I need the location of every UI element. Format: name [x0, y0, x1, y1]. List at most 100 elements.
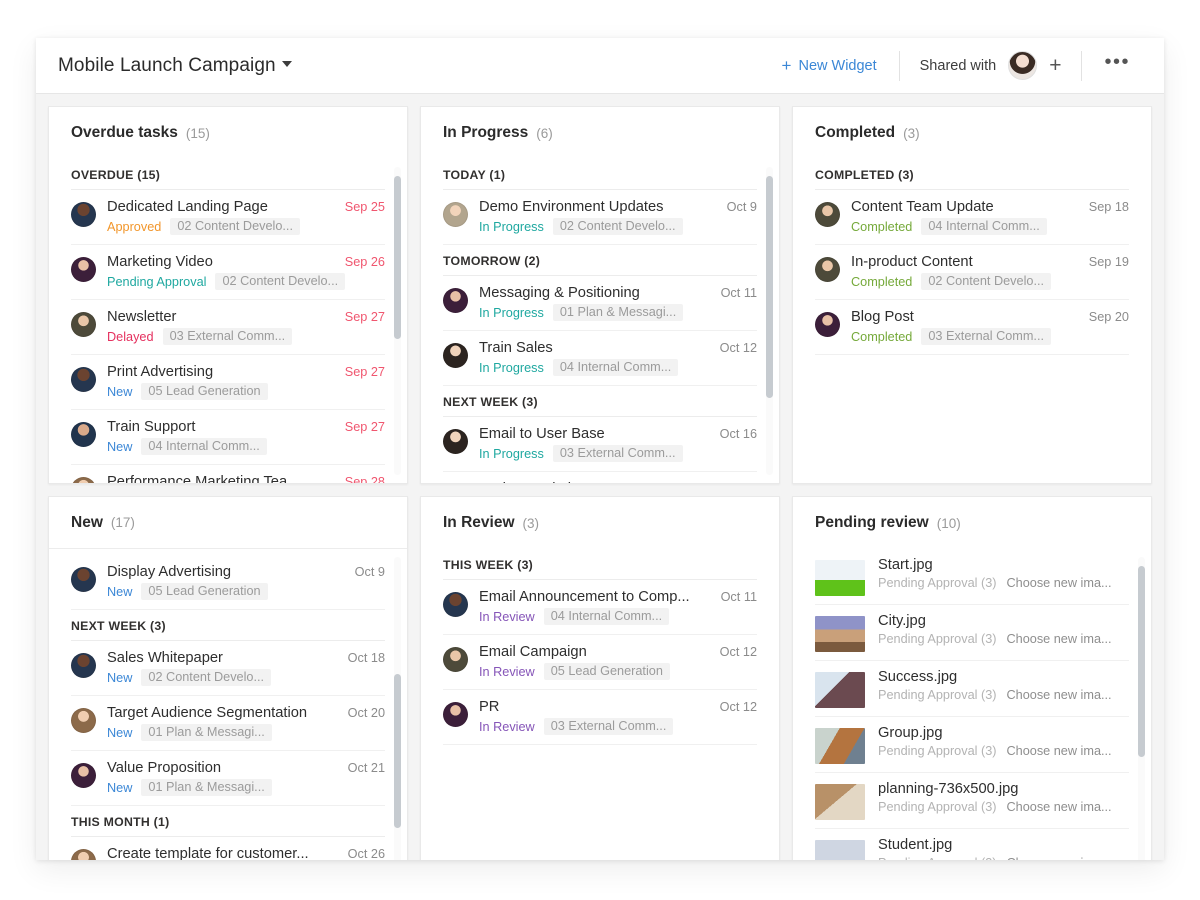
scrollbar-thumb[interactable] — [394, 176, 401, 340]
folder-tag[interactable]: 04 Internal Comm... — [543, 608, 670, 625]
scrollbar-track[interactable] — [1138, 557, 1145, 860]
new-widget-button[interactable]: + New Widget — [782, 57, 899, 74]
image-row[interactable]: Start.jpg Pending Approval (3) Choose new … — [815, 549, 1129, 605]
folder-tag[interactable]: 05 Lead Generation — [543, 663, 670, 680]
folder-tag[interactable]: 02 Content Develo... — [141, 669, 272, 686]
scrollbar-track[interactable] — [766, 167, 773, 475]
folder-tag[interactable]: 01 Plan & Messagi... — [552, 304, 684, 321]
task-name[interactable]: In-product Content — [851, 254, 1079, 270]
folder-tag[interactable]: 02 Content Develo... — [921, 273, 1052, 290]
status-badge[interactable]: In Progress — [479, 220, 544, 234]
image-file-name[interactable]: Group.jpg — [878, 725, 1129, 741]
task-row[interactable]: Messaging & Positioning Oct 11 In Progress… — [443, 276, 757, 331]
task-name[interactable]: Messaging & Positioning — [479, 285, 711, 301]
task-name[interactable]: Marketing Video — [107, 254, 335, 270]
folder-tag[interactable]: 01 Plan & Messagi... — [141, 724, 272, 741]
task-row[interactable]: Value Proposition Oct 21 New 01 Plan & Mess… — [71, 751, 385, 806]
chevron-down-icon[interactable] — [281, 61, 292, 68]
task-row[interactable]: Email Announcement to Comp... Oct 11 In Re… — [443, 580, 757, 635]
widget-body[interactable]: THIS WEEK (3) Email Announcement to Comp.… — [421, 549, 779, 860]
status-badge[interactable]: Completed — [851, 275, 912, 289]
task-row[interactable]: Target Audience Segmentation Oct 20 New 01 … — [71, 696, 385, 751]
status-badge[interactable]: Delayed — [107, 330, 154, 344]
image-thumbnail[interactable] — [815, 560, 865, 596]
widget-body[interactable]: Display Advertising Oct 9 New 05 Lead Gener… — [49, 549, 407, 860]
task-name[interactable]: Blog Post — [851, 309, 1079, 325]
task-row[interactable]: Print Advertising Sep 27 New 05 Lead Genera… — [71, 355, 385, 410]
status-badge[interactable]: In Review — [479, 665, 535, 679]
choose-new-image-link[interactable]: Choose new ima... — [1007, 576, 1112, 590]
task-name[interactable]: Target Audience Segmentation — [107, 705, 338, 721]
scrollbar-thumb[interactable] — [766, 176, 773, 398]
task-row[interactable]: Email to User Base Oct 16 In Progress 03 Ex… — [443, 417, 757, 472]
folder-tag[interactable]: 05 Lead Generation — [141, 583, 268, 600]
image-row[interactable]: planning-736x500.jpg Pending Approval (3)… — [815, 773, 1129, 829]
folder-tag[interactable]: 03 External Comm... — [552, 445, 683, 462]
status-badge[interactable]: New — [107, 781, 132, 795]
task-row[interactable]: Marketing Video Sep 26 Pending Approval 02 … — [71, 245, 385, 300]
folder-tag[interactable]: 01 Plan & Messagi... — [141, 779, 272, 796]
task-row[interactable]: Create template for customer... Oct 26 — [71, 837, 385, 860]
folder-tag[interactable]: 02 Content Develo... — [215, 273, 346, 290]
status-badge[interactable]: In Progress — [479, 306, 544, 320]
status-badge[interactable]: In Progress — [479, 447, 544, 461]
status-badge[interactable]: In Review — [479, 610, 535, 624]
task-name[interactable]: Content Team Update — [851, 199, 1079, 215]
folder-tag[interactable]: 04 Internal Comm... — [921, 218, 1047, 235]
status-badge[interactable]: New — [107, 385, 132, 399]
task-name[interactable]: Performance Marketing Tea... — [107, 474, 335, 483]
folder-tag[interactable]: 03 External Comm... — [921, 328, 1051, 345]
widget-body[interactable]: Start.jpg Pending Approval (3) Choose new … — [793, 549, 1151, 860]
image-row[interactable]: Success.jpg Pending Approval (3) Choose ne… — [815, 661, 1129, 717]
add-person-button[interactable]: + — [1049, 55, 1061, 76]
image-thumbnail[interactable] — [815, 616, 865, 652]
task-name[interactable]: Dedicated Landing Page — [107, 199, 335, 215]
status-badge[interactable]: Completed — [851, 220, 912, 234]
task-name[interactable]: Value Proposition — [107, 760, 338, 776]
task-row[interactable]: Display Advertising Oct 9 New 05 Lead Gener… — [71, 555, 385, 610]
choose-new-image-link[interactable]: Choose new ima... — [1007, 632, 1112, 646]
choose-new-image-link[interactable]: Choose new ima... — [1007, 800, 1112, 814]
widget-body[interactable]: OVERDUE (15) Dedicated Landing Page Sep 25… — [49, 159, 407, 483]
scrollbar-track[interactable] — [394, 167, 401, 475]
avatar[interactable] — [1008, 51, 1038, 80]
task-row[interactable]: Update Website Oct 18 — [443, 472, 757, 483]
task-row[interactable]: Newsletter Sep 27 Delayed 03 External Comm.… — [71, 300, 385, 355]
task-name[interactable]: Email to User Base — [479, 426, 710, 442]
folder-tag[interactable]: 03 External Comm... — [162, 328, 293, 345]
task-row[interactable]: In-product Content Sep 19 Completed 02 Cont… — [815, 245, 1129, 300]
task-row[interactable]: PR Oct 12 In Review 03 External Comm... — [443, 690, 757, 745]
image-file-name[interactable]: Success.jpg — [878, 669, 1129, 685]
folder-tag[interactable]: 05 Lead Generation — [141, 383, 268, 400]
status-badge[interactable]: In Review — [479, 720, 535, 734]
folder-tag[interactable]: 04 Internal Comm... — [141, 438, 267, 455]
folder-tag[interactable]: 03 External Comm... — [543, 718, 674, 735]
image-row[interactable]: Group.jpg Pending Approval (3) Choose new … — [815, 717, 1129, 773]
image-thumbnail[interactable] — [815, 728, 865, 764]
status-badge[interactable]: In Progress — [479, 361, 544, 375]
task-name[interactable]: Train Support — [107, 419, 335, 435]
choose-new-image-link[interactable]: Choose new ima... — [1007, 856, 1112, 860]
task-name[interactable]: Newsletter — [107, 309, 335, 325]
task-row[interactable]: Train Support Sep 27 New 04 Internal Comm..… — [71, 410, 385, 465]
widget-body[interactable]: TODAY (1) Demo Environment Updates Oct 9 In… — [421, 159, 779, 483]
image-file-name[interactable]: City.jpg — [878, 613, 1129, 629]
task-name[interactable]: PR — [479, 699, 710, 715]
task-row[interactable]: Performance Marketing Tea...Sep 28New04 … — [71, 465, 385, 483]
choose-new-image-link[interactable]: Choose new ima... — [1007, 688, 1112, 702]
task-row[interactable]: Content Team Update Sep 18 Completed 04 Int… — [815, 190, 1129, 245]
task-row[interactable]: Dedicated Landing Page Sep 25 Approved 02 C… — [71, 190, 385, 245]
image-file-name[interactable]: planning-736x500.jpg — [878, 781, 1129, 797]
status-badge[interactable]: New — [107, 671, 132, 685]
task-row[interactable]: Demo Environment Updates Oct 9 In Progress… — [443, 190, 757, 245]
scrollbar-track[interactable] — [394, 557, 401, 860]
task-name[interactable]: Email Campaign — [479, 644, 710, 660]
image-file-name[interactable]: Start.jpg — [878, 557, 1129, 573]
task-row[interactable]: Train Sales Oct 12 In Progress 04 Internal … — [443, 331, 757, 386]
image-thumbnail[interactable] — [815, 672, 865, 708]
status-badge[interactable]: Approved — [107, 220, 161, 234]
image-row[interactable]: Student.jpg Pending Approval (3) Choose ne… — [815, 829, 1129, 860]
task-name[interactable]: Demo Environment Updates — [479, 199, 717, 215]
task-row[interactable]: Email Campaign Oct 12 In Review 05 Lead Gen… — [443, 635, 757, 690]
folder-tag[interactable]: 02 Content Develo... — [552, 218, 683, 235]
